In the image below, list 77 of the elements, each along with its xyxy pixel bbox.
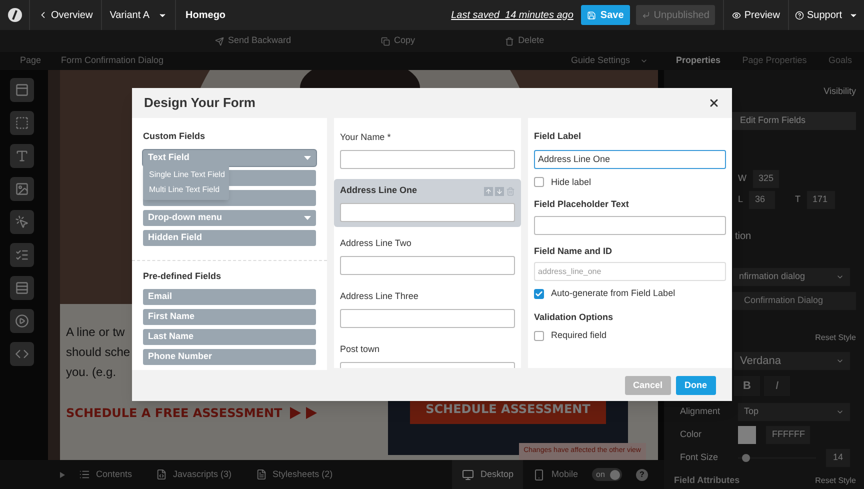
predefined-field-item[interactable]: Last Name [143, 329, 316, 345]
body-text: should sche [66, 344, 130, 361]
view-tab[interactable]: Desktop [452, 460, 524, 489]
field-label-heading: Field Label [534, 130, 582, 143]
predefined-field-item[interactable]: First Name [143, 309, 316, 325]
toolbar-button[interactable]: Delete [505, 34, 544, 48]
color-value-field[interactable]: FFFFFF [766, 426, 810, 444]
field-type-dropdown[interactable]: Drop-down menu [143, 210, 316, 226]
toggle-switch[interactable]: on [592, 468, 622, 481]
visibility-label: Visibility [824, 84, 856, 98]
javascripts-button[interactable]: Javascripts (3) [156, 468, 232, 482]
predefined-field-item[interactable]: Email [143, 289, 316, 305]
cancel-button[interactable]: Cancel [624, 376, 670, 395]
reset-style-link[interactable]: Reset Style [815, 474, 856, 487]
form-field-label: Address Line One [340, 184, 418, 198]
form-field-label: Address Line Two [340, 237, 412, 250]
dialog-select[interactable]: nfirmation dialog [733, 268, 850, 286]
menu-item[interactable]: Single Line Text Field [143, 167, 229, 182]
body-text: you. (e.g. [66, 364, 116, 381]
form-field[interactable]: Address Line Two [334, 232, 521, 280]
placeholder-heading: Field Placeholder Text [534, 198, 630, 211]
color-label: Color [680, 428, 703, 442]
alignment-label: Alignment [680, 405, 722, 418]
save-button[interactable]: Save [581, 5, 630, 25]
field-type-item[interactable]: Hidden Field [143, 230, 316, 246]
name-id-input[interactable]: address_line_one [534, 262, 726, 281]
panel-tab[interactable]: Page Properties [742, 54, 807, 68]
page-name: Homego [184, 8, 227, 22]
selected-form-field[interactable]: Address Line One [334, 179, 521, 227]
left-label: L [738, 193, 744, 206]
font-select[interactable]: Verdana [734, 352, 850, 370]
top-label: T [795, 193, 801, 206]
contents-button[interactable]: Contents [79, 468, 132, 482]
required-field-text: Required field [551, 329, 607, 342]
field-type-dropdown[interactable]: Text Field [143, 150, 316, 166]
top-field[interactable]: 171 [806, 191, 835, 209]
form-field[interactable]: Your Name * [334, 126, 521, 174]
predefined-field-item[interactable]: Phone Number [143, 349, 316, 365]
help-badge[interactable]: ? [636, 468, 648, 480]
schedule-link[interactable]: SCHEDULE A FREE ASSESSMENT [66, 404, 282, 422]
unpublished-button[interactable]: Unpublished [636, 5, 716, 25]
font-size-field[interactable]: 14 [826, 449, 850, 467]
form-field[interactable]: Post town [334, 338, 521, 368]
last-saved-link[interactable]: Last saved 14 minutes ago [451, 8, 574, 22]
view-tab[interactable]: Mobile [523, 460, 588, 489]
font-size-label: Font Size [680, 451, 720, 464]
form-field-label: Address Line Three [340, 290, 418, 304]
breadcrumb[interactable]: Page [20, 54, 42, 68]
toolbar-button[interactable]: Send Backward [215, 34, 292, 48]
dialog-title: Design Your Form [144, 94, 256, 112]
reset-style-link[interactable]: Reset Style [815, 332, 856, 344]
breadcrumb[interactable]: Form Confirmation Dialog [61, 54, 164, 68]
form-field-label: Your Name * [340, 131, 391, 144]
alignment-select[interactable]: Top [738, 403, 850, 421]
form-field-label: Post town [340, 343, 380, 356]
panel-tab[interactable]: Goals [828, 54, 852, 68]
toolbar-button[interactable]: Copy [381, 34, 416, 48]
menu-item[interactable]: Multi Line Text Field [143, 182, 229, 197]
body-text: A line or tw [66, 324, 125, 341]
italic-button[interactable]: I [764, 376, 790, 396]
stylesheets-button[interactable]: Stylesheets (2) [256, 468, 333, 482]
guide-settings-dropdown[interactable]: Guide Settings [570, 54, 648, 68]
bold-button[interactable]: B [734, 376, 760, 396]
section-heading: tion [735, 230, 752, 244]
done-button[interactable]: Done [676, 376, 716, 395]
section-heading: Custom Fields [143, 130, 206, 143]
validation-heading: Validation Options [534, 310, 614, 324]
form-field[interactable]: Address Line Three [334, 285, 521, 333]
left-field[interactable]: 36 [749, 191, 776, 209]
panel-tab[interactable]: Properties [676, 54, 721, 68]
hide-label-text: Hide label [551, 176, 592, 188]
name-id-heading: Field Name and ID [534, 244, 614, 258]
field-attributes-heading: Field Attributes [674, 474, 740, 487]
section-heading: Pre-defined Fields [143, 270, 222, 282]
width-label: W [738, 172, 746, 186]
field-label-input[interactable]: Address Line One [534, 150, 726, 168]
width-field[interactable]: 325 [752, 170, 778, 188]
